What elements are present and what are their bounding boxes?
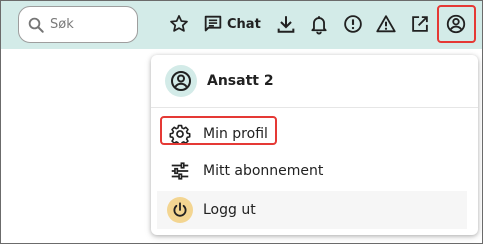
menu-item-log-out[interactable]: Logg ut xyxy=(157,191,467,229)
search-box[interactable] xyxy=(18,6,138,43)
logout-icon-badge xyxy=(167,197,193,223)
chat-label: Chat xyxy=(227,16,261,32)
warning-triangle-icon xyxy=(376,15,396,33)
favorite-button[interactable] xyxy=(168,13,190,35)
app-frame: Chat xyxy=(0,0,483,244)
bell-icon xyxy=(311,16,327,35)
my-profile-highlight xyxy=(160,116,277,145)
account-menu: Ansatt 2 Min profil Mitt abonnement Logg… xyxy=(151,55,478,235)
power-icon xyxy=(173,202,187,217)
search-input[interactable] xyxy=(50,17,130,32)
chat-button[interactable]: Chat xyxy=(202,13,261,35)
menu-item-my-subscription[interactable]: Mitt abonnement xyxy=(157,152,467,190)
search-icon xyxy=(28,17,44,33)
star-icon xyxy=(170,15,188,32)
open-external-icon xyxy=(412,16,428,32)
menu-user-header: Ansatt 2 xyxy=(151,55,478,108)
notifications-button[interactable] xyxy=(308,13,330,35)
avatar xyxy=(165,65,197,97)
chat-icon xyxy=(204,15,222,32)
menu-item-label: Mitt abonnement xyxy=(203,163,324,179)
menu-item-label: Logg ut xyxy=(203,202,256,218)
top-bar: Chat xyxy=(1,1,482,49)
open-external-button[interactable] xyxy=(409,13,431,35)
download-button[interactable] xyxy=(275,13,297,35)
account-circle-icon xyxy=(171,71,191,91)
alerts-button[interactable] xyxy=(342,13,364,35)
sliders-icon xyxy=(171,162,189,180)
alert-circle-icon xyxy=(344,15,362,33)
warnings-button[interactable] xyxy=(375,13,397,35)
user-name: Ansatt 2 xyxy=(207,73,274,89)
download-icon xyxy=(277,16,295,33)
account-button-highlight xyxy=(437,5,476,43)
